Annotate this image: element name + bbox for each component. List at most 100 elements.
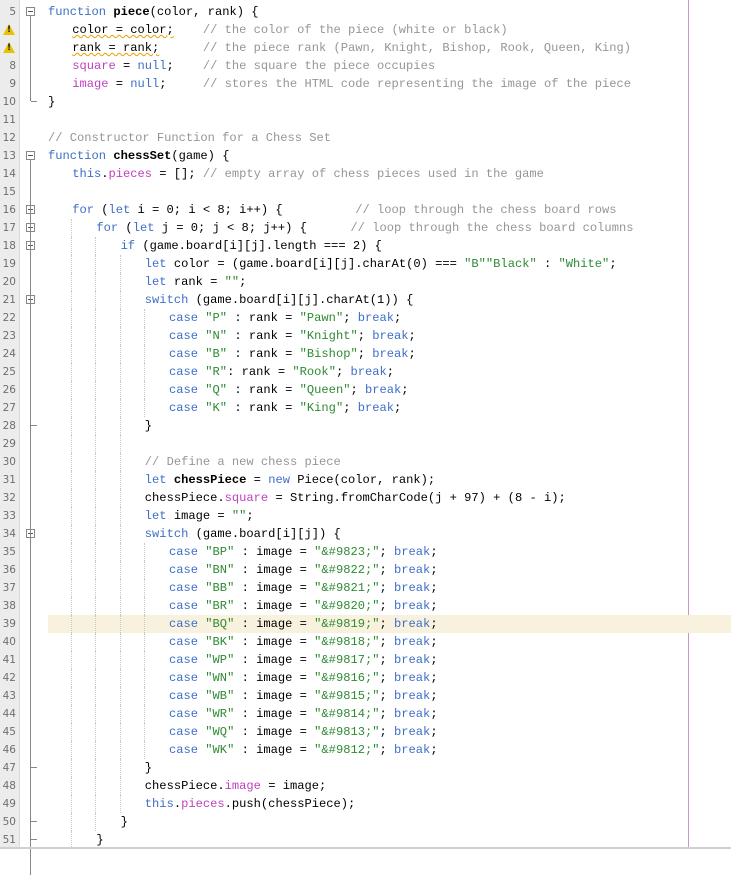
code-text: case "BN" : image = "&#9822;"; break; bbox=[169, 561, 438, 579]
string-literal: "&#9815;" bbox=[314, 689, 380, 703]
code-line[interactable]: 38 case "BR" : image = "&#9820;"; break; bbox=[0, 597, 731, 615]
indent-guide bbox=[95, 687, 97, 705]
code-line[interactable]: 42 case "WN" : image = "&#9816;"; break; bbox=[0, 669, 731, 687]
code-line[interactable]: 28} bbox=[0, 417, 731, 435]
code-line[interactable]: color = color; // the color of the piece… bbox=[0, 21, 731, 39]
indent-guide bbox=[119, 309, 121, 327]
code-line[interactable]: 40 case "BK" : image = "&#9818;"; break; bbox=[0, 633, 731, 651]
indent-guide bbox=[95, 435, 97, 453]
code-line[interactable]: 5 function piece(color, rank) { bbox=[0, 3, 731, 21]
code-line[interactable]: 37 case "BB" : image = "&#9821;"; break; bbox=[0, 579, 731, 597]
code-line[interactable]: 19 let color = (game.board[i][j].charAt(0… bbox=[0, 255, 731, 273]
indent-guide bbox=[119, 273, 121, 291]
code-token: : rank = bbox=[227, 347, 300, 361]
line-number: 36 bbox=[2, 564, 16, 576]
indent-guide bbox=[71, 777, 73, 795]
line-number: 46 bbox=[2, 744, 16, 756]
fold-range-line bbox=[30, 160, 31, 875]
fold-collapse-icon[interactable] bbox=[26, 7, 35, 16]
line-number: 18 bbox=[2, 240, 16, 252]
code-line[interactable]: 17 for (let j = 0; j < 8; j++) { // loop … bbox=[0, 219, 731, 237]
code-token: } bbox=[144, 761, 153, 775]
code-line[interactable]: 46 case "WK" : image = "&#9812;"; break; bbox=[0, 741, 731, 759]
code-token: : rank = bbox=[227, 329, 300, 343]
code-line[interactable]: 34 switch (game.board[i][j]) { bbox=[0, 525, 731, 543]
keyword: for bbox=[96, 221, 119, 235]
indent-guide bbox=[95, 705, 97, 723]
keyword: break bbox=[372, 347, 409, 361]
code-line[interactable]: 22 case "P" : rank = "Pawn"; break; bbox=[0, 309, 731, 327]
code-line[interactable]: 48 chessPiece.image = image; bbox=[0, 777, 731, 795]
code-line[interactable]: 31 let chessPiece = new Piece(color, rank… bbox=[0, 471, 731, 489]
code-token: } bbox=[96, 833, 104, 847]
code-line[interactable]: 20 let rank = ""; bbox=[0, 273, 731, 291]
string-literal: "&#9814;" bbox=[314, 707, 380, 721]
line-number: 14 bbox=[2, 168, 16, 180]
comment: // loop through the chess board columns bbox=[350, 221, 634, 235]
code-line[interactable]: 21 switch (game.board[i][j].charAt(1)) { bbox=[0, 291, 731, 309]
line-number: 50 bbox=[2, 816, 16, 828]
code-line[interactable]: 13 function chessSet(game) { bbox=[0, 147, 731, 165]
comment: // the color of the piece (white or blac… bbox=[202, 23, 508, 37]
indent-guide bbox=[71, 741, 73, 759]
line-number: 42 bbox=[2, 672, 16, 684]
code-line[interactable]: 29 bbox=[0, 435, 731, 453]
code-token: ; bbox=[386, 365, 395, 379]
fold-collapse-icon[interactable] bbox=[26, 151, 35, 160]
code-line[interactable]: 11 bbox=[0, 111, 731, 129]
string-literal: "P" bbox=[205, 311, 228, 325]
keyword: break bbox=[394, 635, 431, 649]
code-text: } bbox=[121, 813, 128, 831]
code-line[interactable]: 49 this.pieces.push(chessPiece); bbox=[0, 795, 731, 813]
comment: // Define a new chess piece bbox=[144, 455, 341, 469]
code-token: : image = bbox=[234, 563, 315, 577]
indent-guide bbox=[119, 723, 121, 741]
line-number: 25 bbox=[2, 366, 16, 378]
code-line[interactable]: 33 let image = ""; bbox=[0, 507, 731, 525]
keyword: this bbox=[72, 167, 102, 181]
code-line[interactable]: 12 // Constructor Function for a Chess Se… bbox=[0, 129, 731, 147]
code-line[interactable]: 36 case "BN" : image = "&#9822;"; break; bbox=[0, 561, 731, 579]
code-line[interactable]: 24 case "B" : rank = "Bishop"; break; bbox=[0, 345, 731, 363]
line-number: 49 bbox=[2, 798, 16, 810]
code-line[interactable]: 8 square = null; // the square the piece … bbox=[0, 57, 731, 75]
code-line[interactable]: 18 if (game.board[i][j].length === 2) { bbox=[0, 237, 731, 255]
keyword: case bbox=[169, 347, 206, 361]
code-line[interactable]: 9 image = null; // stores the HTML code r… bbox=[0, 75, 731, 93]
code-line[interactable]: rank = rank; // the piece rank (Pawn, Kn… bbox=[0, 39, 731, 57]
code-line[interactable]: 44 case "WR" : image = "&#9814;"; break; bbox=[0, 705, 731, 723]
line-number: 31 bbox=[2, 474, 16, 486]
code-line[interactable]: 26 case "Q" : rank = "Queen"; break; bbox=[0, 381, 731, 399]
code-editor[interactable]: 5function piece(color, rank) {color = co… bbox=[0, 0, 731, 875]
code-line[interactable]: 15 bbox=[0, 183, 731, 201]
code-line[interactable]: 16 for (let i = 0; i < 8; i++) { // loop … bbox=[0, 201, 731, 219]
code-line[interactable]: 23 case "N" : rank = "Knight"; break; bbox=[0, 327, 731, 345]
indent-guide bbox=[71, 651, 73, 669]
code-text: case "WP" : image = "&#9817;"; break; bbox=[169, 651, 438, 669]
indent-guide bbox=[95, 525, 97, 543]
indent-guide bbox=[71, 633, 73, 651]
code-line[interactable]: 47} bbox=[0, 759, 731, 777]
code-line[interactable]: 25 case "R": rank = "Rook"; break; bbox=[0, 363, 731, 381]
code-line[interactable]: 10} bbox=[0, 93, 731, 111]
indent-guide bbox=[71, 795, 73, 813]
code-line[interactable]: 41 case "WP" : image = "&#9817;"; break; bbox=[0, 651, 731, 669]
code-token: Piece(color, rank); bbox=[289, 473, 436, 487]
code-line[interactable]: 14 this.pieces = []; // empty array of ch… bbox=[0, 165, 731, 183]
warning-icon[interactable] bbox=[3, 24, 15, 35]
fold-end-marker bbox=[31, 821, 37, 822]
code-line[interactable]: 43 case "WB" : image = "&#9815;"; break; bbox=[0, 687, 731, 705]
code-line[interactable]: 35 case "BP" : image = "&#9823;"; break; bbox=[0, 543, 731, 561]
code-line[interactable]: 45 case "WQ" : image = "&#9813;"; break; bbox=[0, 723, 731, 741]
code-line[interactable]: 39 case "BQ" : image = "&#9819;"; break; bbox=[0, 615, 731, 633]
code-token: (game.board[i][j]) { bbox=[188, 527, 341, 541]
code-line[interactable]: 50} bbox=[0, 813, 731, 831]
code-line[interactable]: 32 chessPiece.square = String.fromCharCod… bbox=[0, 489, 731, 507]
code-line[interactable]: 27 case "K" : rank = "King"; break; bbox=[0, 399, 731, 417]
string-literal: "WB" bbox=[205, 689, 235, 703]
string-literal: "Q" bbox=[205, 383, 228, 397]
code-token: : image = bbox=[234, 689, 315, 703]
warning-icon[interactable] bbox=[3, 42, 15, 53]
code-line[interactable]: 30 // Define a new chess piece bbox=[0, 453, 731, 471]
code-token: (game.board[i][j].length === 2) { bbox=[135, 239, 382, 253]
